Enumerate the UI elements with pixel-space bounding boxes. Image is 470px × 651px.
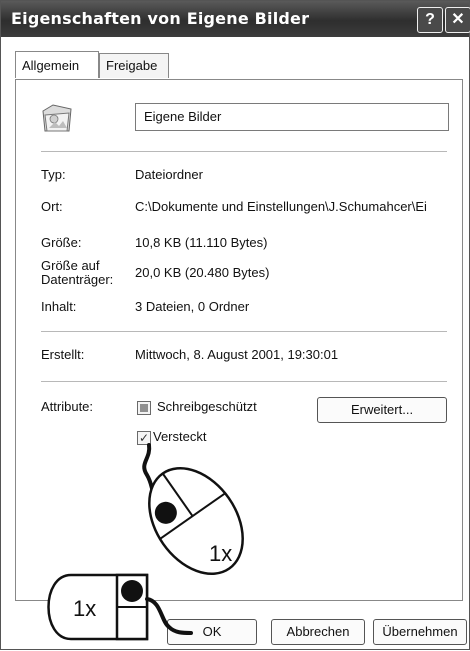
created-label: Erstellt: xyxy=(41,347,85,362)
apply-button[interactable]: Übernehmen xyxy=(373,619,467,645)
hidden-label[interactable]: Versteckt xyxy=(153,429,206,444)
location-value: C:\Dokumente und Einstellungen\J.Schumah… xyxy=(135,199,427,214)
type-label: Typ: xyxy=(41,167,66,182)
attributes-label: Attribute: xyxy=(41,399,94,414)
separator xyxy=(41,381,447,382)
folder-pictures-icon xyxy=(42,104,72,132)
type-value: Dateiordner xyxy=(135,167,203,182)
size-value: 10,8 KB (11.110 Bytes) xyxy=(135,235,268,250)
readonly-checkbox[interactable] xyxy=(137,401,151,415)
title-bar[interactable]: Eigenschaften von Eigene Bilder ? ✕ xyxy=(1,1,470,37)
contents-value: 3 Dateien, 0 Ordner xyxy=(135,299,250,314)
separator xyxy=(41,331,447,332)
disk-size-label-line2: Datenträger: xyxy=(41,272,114,287)
disk-size-value: 20,0 KB (20.480 Bytes) xyxy=(135,265,270,280)
tab-general[interactable]: Allgemein xyxy=(15,51,99,78)
properties-dialog: Eigenschaften von Eigene Bilder ? ✕ Allg… xyxy=(0,0,470,650)
separator xyxy=(41,151,447,152)
created-value: Mittwoch, 8. August 2001, 19:30:01 xyxy=(135,347,339,362)
readonly-label[interactable]: Schreibgeschützt xyxy=(157,399,257,414)
size-label: Größe: xyxy=(41,235,82,250)
general-panel xyxy=(15,79,463,601)
disk-size-label-line1: Größe auf xyxy=(41,258,100,273)
help-button[interactable]: ? xyxy=(417,7,443,33)
tab-sharing[interactable]: Freigabe xyxy=(99,53,169,78)
contents-label: Inhalt: xyxy=(41,299,77,314)
close-icon: ✕ xyxy=(451,11,465,28)
close-button[interactable]: ✕ xyxy=(445,7,470,33)
folder-name-input[interactable]: Eigene Bilder xyxy=(135,103,449,131)
advanced-button[interactable]: Erweitert... xyxy=(317,397,447,423)
cancel-button[interactable]: Abbrechen xyxy=(271,619,365,645)
checkmark-icon: ✓ xyxy=(138,431,150,445)
location-label: Ort: xyxy=(41,199,63,214)
help-icon: ? xyxy=(425,11,435,28)
disk-size-label: Größe auf Datenträger: xyxy=(41,259,113,287)
hidden-checkbox[interactable]: ✓ xyxy=(137,431,151,445)
window-title: Eigenschaften von Eigene Bilder xyxy=(11,9,310,28)
ok-button[interactable]: OK xyxy=(167,619,257,645)
